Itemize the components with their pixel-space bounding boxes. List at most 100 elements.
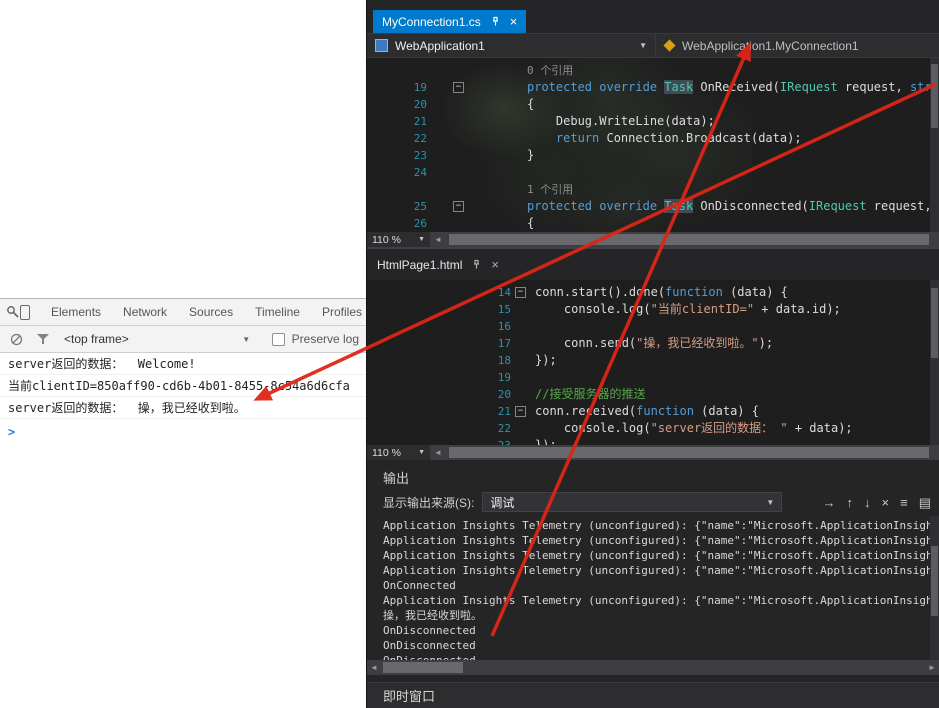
devtools-tab-sources[interactable]: Sources xyxy=(178,300,244,324)
project-name: WebApplication1 xyxy=(395,38,485,53)
line-number: 25 xyxy=(413,200,427,213)
pin-icon[interactable] xyxy=(471,259,482,270)
goto-source-icon[interactable]: → xyxy=(823,496,836,509)
clear-all-icon[interactable]: × xyxy=(882,496,890,509)
inspect-element-icon[interactable] xyxy=(6,302,20,322)
line-number: 23 xyxy=(367,437,511,445)
scroll-left-icon[interactable]: ◄ xyxy=(431,445,445,460)
code-editor-html[interactable]: 14− conn.start().done(function (data) {15… xyxy=(367,280,939,445)
output-source-label: 显示输出来源(S): xyxy=(383,495,475,510)
devtools-tab-network[interactable]: Network xyxy=(112,300,178,324)
scroll-left-icon[interactable]: ◄ xyxy=(431,232,445,247)
zoom-select[interactable]: 110 % ▼ xyxy=(367,232,431,247)
fold-collapse-icon[interactable]: − xyxy=(515,287,526,298)
close-icon[interactable]: × xyxy=(510,15,518,28)
frame-context-select[interactable]: <top frame> ▼ xyxy=(59,330,255,348)
document-tab-bar: MyConnection1.cs × xyxy=(367,0,939,33)
line-number: 14 xyxy=(497,286,511,299)
output-text[interactable]: Application Insights Telemetry (unconfig… xyxy=(367,518,930,660)
output-source-select[interactable]: 调试 ▼ xyxy=(482,492,783,512)
console-message: server返回的数据： 操，我已经收到啦。 xyxy=(0,397,366,419)
scroll-left-icon[interactable]: ◄ xyxy=(367,660,381,675)
codelens-row: 0 个引用 xyxy=(367,62,939,79)
line-number: 21 xyxy=(413,115,427,128)
line-number: 23 xyxy=(413,149,427,162)
line-number xyxy=(367,181,427,198)
code-line: 24 xyxy=(367,164,939,181)
filter-icon[interactable] xyxy=(33,329,52,349)
code-line: 25 − protected override Task OnDisconnecte… xyxy=(367,198,939,215)
code-line: 19 xyxy=(367,369,939,386)
console-prompt[interactable]: > xyxy=(0,419,366,445)
type-dropdown[interactable]: WebApplication1.MyConnection1 xyxy=(656,34,939,57)
console-toolbar: <top frame> ▼ Preserve log xyxy=(0,326,366,353)
fold-column xyxy=(511,301,533,318)
code-line: 14− conn.start().done(function (data) { xyxy=(367,284,939,301)
output-source-value: 调试 xyxy=(490,495,515,510)
split-document-tab-bar: HtmlPage1.html × xyxy=(367,247,939,280)
fold-collapse-icon[interactable]: − xyxy=(453,82,464,93)
device-mode-icon[interactable] xyxy=(20,302,30,322)
fold-column xyxy=(511,369,533,386)
fold-collapse-icon[interactable]: − xyxy=(453,201,464,212)
horizontal-scrollbar[interactable] xyxy=(445,445,939,460)
zoom-value: 110 % xyxy=(372,446,401,459)
zoom-select[interactable]: 110 % ▼ xyxy=(367,445,431,460)
fold-column xyxy=(427,181,468,198)
code-line: 20 { xyxy=(367,96,939,113)
tab-htmlpage1-html[interactable]: HtmlPage1.html xyxy=(377,258,462,272)
editor-vertical-scrollbar[interactable] xyxy=(930,58,939,232)
code-text: protected override Task OnDisconnected(I… xyxy=(527,199,939,213)
scroll-right-icon[interactable]: ► xyxy=(925,660,939,675)
output-toolbar: 显示输出来源(S): 调试 ▼ → ↑ ↓ × ≡ ▤ xyxy=(383,491,931,513)
word-wrap-icon[interactable]: ≡ xyxy=(900,496,908,509)
class-icon xyxy=(663,39,676,52)
previous-message-icon[interactable]: ↑ xyxy=(847,496,854,509)
tab-myconnection1-cs[interactable]: MyConnection1.cs × xyxy=(373,10,527,33)
fold-column xyxy=(427,215,468,232)
code-text: Debug.WriteLine(data); xyxy=(527,114,715,128)
code-text: return Connection.Broadcast(data); xyxy=(527,131,802,145)
project-dropdown[interactable]: WebApplication1 ▼ xyxy=(367,34,656,57)
output-line: 操，我已经收到啦。 xyxy=(383,609,482,622)
output-line: OnDisconnected xyxy=(383,653,930,660)
devtools-tab-profiles[interactable]: Profiles xyxy=(311,300,373,324)
frame-context-value: <top frame> xyxy=(64,332,129,346)
next-message-icon[interactable]: ↓ xyxy=(864,496,871,509)
fold-column: − xyxy=(511,403,533,420)
fold-column xyxy=(511,335,533,352)
horizontal-scrollbar[interactable] xyxy=(445,232,939,247)
fold-column xyxy=(511,420,533,437)
codelens-text: 0 个引用 xyxy=(527,64,574,77)
editor-bottom-bar: 110 % ▼ ◄ xyxy=(367,232,939,247)
fold-column xyxy=(427,164,468,181)
code-line: 19 − protected override Task OnReceived(IR… xyxy=(367,79,939,96)
code-text: //接受服务器的推送 xyxy=(535,387,646,401)
code-line: 21 Debug.WriteLine(data); xyxy=(367,113,939,130)
immediate-window-tab[interactable]: 即时窗口 xyxy=(367,682,939,708)
clear-console-icon[interactable] xyxy=(7,329,26,349)
code-text: } xyxy=(527,148,535,162)
close-icon[interactable]: × xyxy=(491,258,499,271)
code-line: 22 console.log("server返回的数据： " + data); xyxy=(367,420,939,437)
fold-collapse-icon[interactable]: − xyxy=(515,406,526,417)
preserve-log-checkbox[interactable] xyxy=(272,332,285,346)
type-name: WebApplication1.MyConnection1 xyxy=(682,38,859,53)
fold-column xyxy=(427,113,468,130)
fold-column xyxy=(511,437,533,445)
editor-vertical-scrollbar[interactable] xyxy=(930,280,939,445)
csharp-code-lines: 0 个引用 19 − protected override Task OnReceiv… xyxy=(367,58,939,232)
devtools-tab-elements[interactable]: Elements xyxy=(40,300,112,324)
zoom-value: 110 % xyxy=(372,233,401,246)
output-toolbar-icons: → ↑ ↓ × ≡ ▤ xyxy=(823,496,931,509)
line-number: 18 xyxy=(497,354,511,367)
code-editor-csharp[interactable]: 0 个引用 19 − protected override Task OnReceiv… xyxy=(367,58,939,232)
output-horizontal-scrollbar[interactable]: ◄ ► xyxy=(367,660,939,675)
screen: Elements Network Sources Timeline Profiles <… xyxy=(0,0,939,708)
devtools-tab-timeline[interactable]: Timeline xyxy=(244,300,311,324)
pin-icon[interactable] xyxy=(490,16,501,27)
toggle-output-icon[interactable]: ▤ xyxy=(919,496,931,509)
code-text: conn.start().done(function (data) { xyxy=(535,285,788,299)
output-vertical-scrollbar[interactable] xyxy=(930,516,939,660)
line-number: 19 xyxy=(497,371,511,384)
